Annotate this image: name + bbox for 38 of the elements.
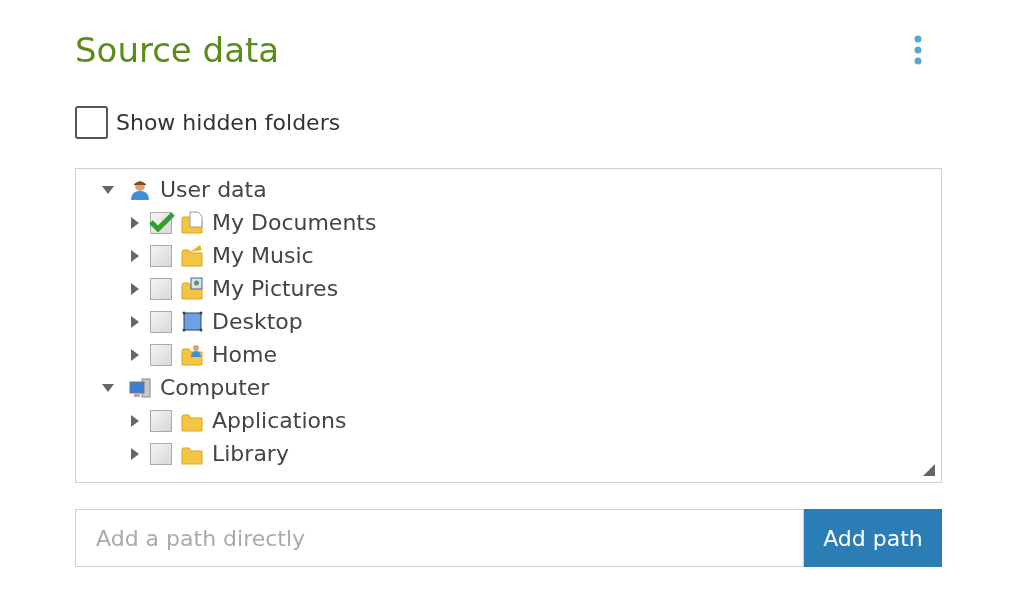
pictures-folder-icon [180,276,204,301]
expand-arrow-icon[interactable] [129,315,141,328]
checkbox[interactable] [150,244,172,267]
tree-item[interactable]: Home [212,338,277,371]
collapse-arrow-icon[interactable] [102,183,114,196]
checkbox[interactable] [150,442,172,465]
checkbox-label: Show hidden folders [116,109,341,137]
expand-arrow-icon[interactable] [129,414,141,427]
home-folder-icon [180,342,204,367]
tree-item[interactable]: My Documents [212,206,377,239]
panel-title: Source data [75,33,280,67]
resize-handle-icon[interactable] [923,464,935,476]
tree-item[interactable]: Computer [160,371,270,404]
tree-item[interactable]: Library [212,437,289,470]
checkbox[interactable] [75,106,108,139]
checkbox[interactable] [150,310,172,333]
more-icon[interactable] [914,35,922,65]
checkbox[interactable] [150,409,172,432]
tree-item[interactable]: User data [160,173,267,206]
expand-arrow-icon[interactable] [129,447,141,460]
checkbox[interactable] [150,277,172,300]
tree-item[interactable]: My Pictures [212,272,339,305]
expand-arrow-icon[interactable] [129,249,141,262]
music-folder-icon [180,243,204,268]
tree-item[interactable]: My Music [212,239,314,272]
expand-arrow-icon[interactable] [129,282,141,295]
expand-arrow-icon[interactable] [129,348,141,361]
checkbox[interactable] [150,343,172,366]
path-input-field[interactable]: Add a path directly [75,509,804,567]
add-path-button[interactable]: Add path [804,509,942,567]
collapse-arrow-icon[interactable] [102,381,114,394]
tree-item[interactable]: Applications [212,404,347,437]
desktop-icon [180,309,204,334]
documents-folder-icon [180,210,204,235]
expand-arrow-icon[interactable] [129,216,141,229]
checkbox[interactable] [150,211,172,234]
tree-item[interactable]: Desktop [212,305,303,338]
computer-icon [128,375,152,400]
